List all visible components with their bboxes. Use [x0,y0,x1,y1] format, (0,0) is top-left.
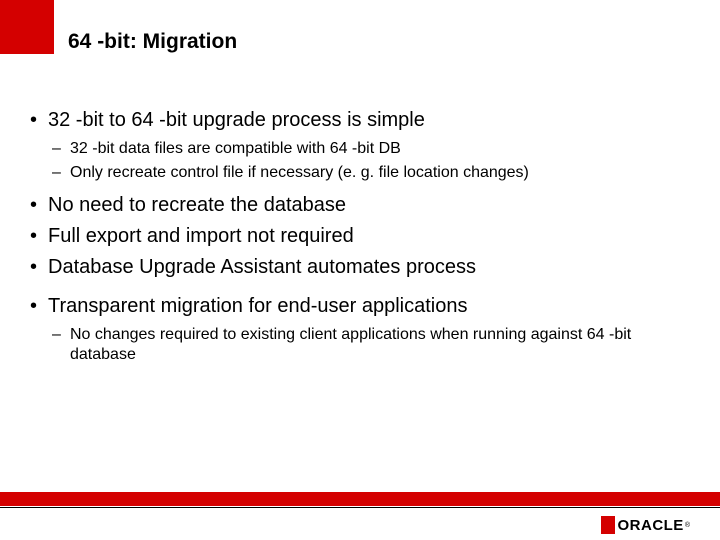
bullet-1: 32 -bit to 64 -bit upgrade process is si… [30,108,690,133]
bullet-3: Full export and import not required [30,224,690,249]
logo-registered: ® [685,522,690,529]
oracle-logo: ORACLE ® [601,516,690,534]
bullet-1-1: 32 -bit data files are compatible with 6… [30,139,690,160]
footer-line [0,507,720,508]
slide-body: 32 -bit to 64 -bit upgrade process is si… [30,108,690,369]
bullet-4: Database Upgrade Assistant automates pro… [30,255,690,280]
bullet-5-1: No changes required to existing client a… [30,325,690,367]
logo-chip-icon [601,516,615,534]
slide-title: 64 -bit: Migration [68,30,237,54]
bullet-2: No need to recreate the database [30,193,690,218]
footer-bar [0,492,720,506]
bullet-1-2: Only recreate control file if necessary … [30,163,690,184]
accent-block [0,0,54,54]
slide: 64 -bit: Migration 32 -bit to 64 -bit up… [0,0,720,540]
logo-text: ORACLE [617,517,683,534]
bullet-5: Transparent migration for end-user appli… [30,294,690,319]
